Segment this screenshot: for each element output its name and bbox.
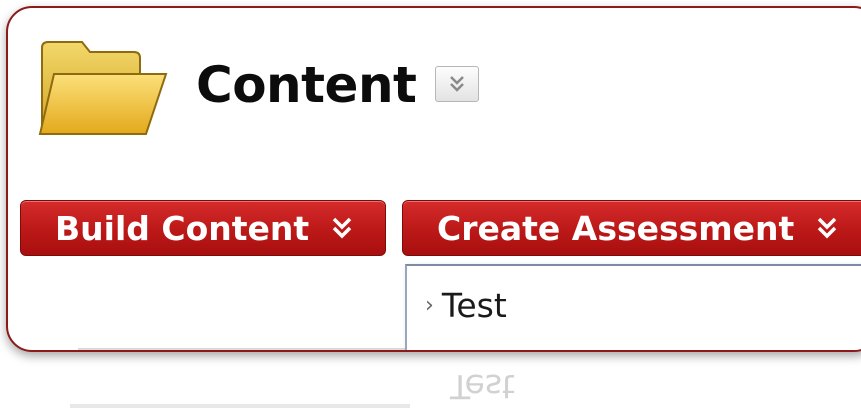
content-panel: Content Build Content Create Assessment … <box>6 6 861 352</box>
menu-item-label: S <box>442 344 463 351</box>
build-content-button[interactable]: Build Content <box>20 200 386 256</box>
create-assessment-button[interactable]: Create Assessment <box>402 200 861 256</box>
menu-item-test[interactable]: › Test <box>419 276 861 334</box>
double-chevron-down-icon <box>331 216 353 240</box>
menu-item-survey[interactable]: › S <box>419 334 861 351</box>
create-assessment-label: Create Assessment <box>437 208 795 248</box>
page-title: Content <box>196 56 417 114</box>
folder-icon <box>38 41 168 135</box>
build-content-label: Build Content <box>55 208 310 248</box>
reflection-text: Test <box>450 367 515 406</box>
chevron-right-icon: › <box>425 292 434 318</box>
reflection-divider <box>70 404 410 408</box>
reflection: Test <box>6 352 861 413</box>
menu-item-label: Test <box>441 285 507 325</box>
double-chevron-down-icon <box>816 216 838 240</box>
title-menu-button[interactable] <box>435 66 479 102</box>
double-chevron-down-icon <box>450 76 464 92</box>
assessment-dropdown-menu: › Test › S <box>405 264 861 351</box>
